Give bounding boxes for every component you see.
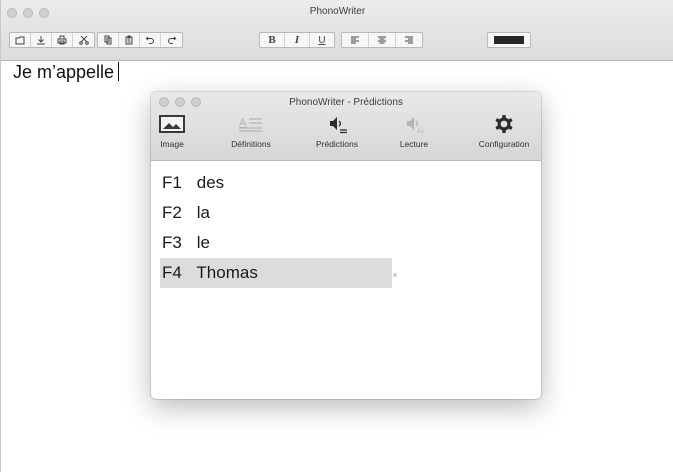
window-title: PhonoWriter — [309, 6, 366, 17]
paste-icon — [125, 35, 133, 45]
prediction-word: Thomas — [196, 263, 258, 282]
tab-predictions-label: Prédictions — [315, 139, 359, 149]
speaker-reading-icon: A1 — [407, 117, 425, 134]
file-button-group — [9, 32, 95, 48]
prediction-item-f3[interactable]: F3 le — [160, 228, 392, 258]
prediction-key: F2 — [162, 203, 182, 222]
print-button[interactable] — [52, 33, 73, 47]
image-icon — [159, 115, 185, 133]
italic-button[interactable]: I — [285, 33, 310, 47]
document-text: Je m’appelle — [13, 62, 115, 82]
paste-button[interactable] — [119, 33, 140, 47]
underline-button[interactable]: U — [310, 33, 334, 47]
svg-text:A1: A1 — [417, 129, 425, 134]
align-center-icon — [378, 36, 386, 44]
bold-button[interactable]: B — [260, 33, 285, 47]
speaker-predictions-icon — [330, 117, 347, 134]
tab-reading[interactable]: A1 Lecture — [389, 114, 439, 156]
align-center-button[interactable] — [369, 33, 396, 47]
predictions-window-title: PhonoWriter - Prédictions — [289, 97, 403, 108]
document-editor[interactable]: Je m’appelle — [13, 62, 120, 83]
gear-icon — [495, 115, 513, 133]
alignment-button-group — [341, 32, 423, 48]
save-button[interactable] — [31, 33, 52, 47]
text-color-well[interactable] — [487, 32, 531, 48]
list-resize-handle[interactable] — [393, 273, 397, 277]
tab-reading-label: Lecture — [399, 139, 429, 149]
undo-icon — [145, 36, 154, 44]
undo-button[interactable] — [140, 33, 161, 47]
edit-button-group — [97, 32, 183, 48]
align-left-button[interactable] — [342, 33, 369, 47]
predictions-titlebar: PhonoWriter - Prédictions Image A Défini… — [151, 92, 541, 161]
text-caret — [118, 62, 120, 81]
predictions-list: F1 des F2 la F3 le F4 Thomas — [160, 168, 392, 288]
cut-button[interactable] — [73, 33, 94, 47]
redo-icon — [167, 36, 176, 44]
prediction-word: le — [196, 233, 210, 252]
tab-definitions-label: Définitions — [231, 139, 271, 149]
align-right-button[interactable] — [396, 33, 422, 47]
prediction-item-f1[interactable]: F1 des — [160, 168, 392, 198]
prediction-key: F1 — [162, 173, 182, 192]
copy-icon — [104, 35, 112, 45]
print-icon — [57, 35, 67, 45]
main-titlebar: PhonoWriter B I U — [1, 0, 673, 61]
prediction-word: des — [196, 173, 225, 192]
align-left-icon — [351, 36, 359, 44]
align-right-icon — [405, 36, 413, 44]
new-document-button[interactable] — [10, 33, 31, 47]
tab-configuration[interactable]: Configuration — [471, 114, 537, 156]
tab-predictions[interactable]: Prédictions — [305, 114, 369, 156]
prediction-item-f4[interactable]: F4 Thomas — [160, 258, 392, 288]
tab-definitions[interactable]: A Définitions — [219, 114, 283, 156]
prediction-word: la — [196, 203, 210, 222]
tab-image-label: Image — [160, 139, 184, 149]
redo-button[interactable] — [161, 33, 182, 47]
prediction-key: F4 — [162, 263, 182, 282]
predictions-window: PhonoWriter - Prédictions Image A Défini… — [151, 92, 541, 399]
format-button-group: B I U — [259, 32, 335, 48]
cut-icon — [78, 35, 89, 45]
save-icon — [37, 36, 45, 45]
tab-image[interactable]: Image — [155, 114, 189, 156]
new-document-icon — [15, 36, 25, 45]
svg-text:A: A — [239, 117, 247, 129]
prediction-key: F3 — [162, 233, 182, 252]
definitions-icon: A — [239, 117, 262, 132]
copy-button[interactable] — [98, 33, 119, 47]
text-color-swatch — [494, 36, 524, 44]
prediction-item-f2[interactable]: F2 la — [160, 198, 392, 228]
tab-configuration-label: Configuration — [478, 139, 530, 149]
